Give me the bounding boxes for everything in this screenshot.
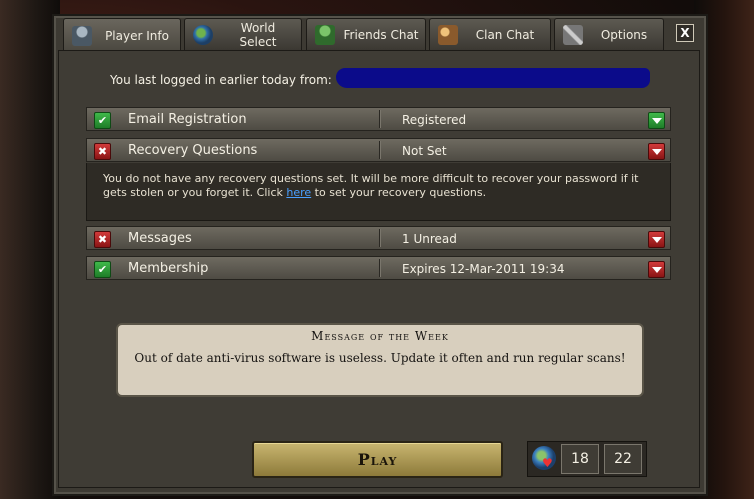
tab-options[interactable]: Options bbox=[554, 18, 664, 50]
column-divider bbox=[379, 141, 380, 159]
row-email-registration[interactable]: ✔ Email Registration Registered bbox=[86, 107, 671, 131]
background-left bbox=[0, 0, 60, 499]
row-messages[interactable]: ✖ Messages 1 Unread bbox=[86, 226, 671, 250]
chevron-down-icon[interactable] bbox=[648, 112, 665, 129]
row-value: Expires 12-Mar-2011 19:34 bbox=[402, 262, 565, 276]
heart-icon: ♥ bbox=[542, 456, 553, 470]
row-value: Not Set bbox=[402, 144, 447, 158]
redacted-ip-scribble bbox=[336, 68, 650, 88]
clan-icon bbox=[438, 24, 458, 45]
tab-clan-chat[interactable]: Clan Chat bbox=[429, 18, 551, 50]
column-divider bbox=[379, 259, 380, 277]
tab-label: Player Info bbox=[105, 28, 169, 43]
check-icon: ✔ bbox=[94, 261, 111, 278]
tab-label: Friends Chat bbox=[343, 27, 419, 42]
row-label: Recovery Questions bbox=[128, 143, 258, 158]
row-value: 1 Unread bbox=[402, 232, 457, 246]
tab-label: Clan Chat bbox=[475, 27, 535, 42]
counter-value-2: 22 bbox=[604, 444, 642, 474]
chevron-down-icon[interactable] bbox=[648, 261, 665, 278]
recovery-info-box: You do not have any recovery questions s… bbox=[86, 163, 671, 221]
globe-icon bbox=[193, 24, 213, 45]
tab-world-select[interactable]: World Select bbox=[184, 18, 302, 50]
recovery-info-text-end: to set your recovery questions. bbox=[311, 186, 487, 199]
column-divider bbox=[379, 229, 380, 247]
friends-icon bbox=[315, 24, 335, 45]
tab-label: Options bbox=[600, 27, 648, 42]
last-login-text: You last logged in earlier today from: bbox=[110, 73, 332, 87]
counter-value-1: 18 bbox=[561, 444, 599, 474]
tools-icon bbox=[563, 24, 583, 45]
row-value: Registered bbox=[402, 113, 467, 127]
recovery-link[interactable]: here bbox=[286, 186, 311, 199]
close-button[interactable]: X bbox=[676, 24, 694, 42]
player-icon bbox=[72, 25, 92, 46]
tab-friends-chat[interactable]: Friends Chat bbox=[306, 18, 426, 50]
row-label: Messages bbox=[128, 231, 192, 246]
cross-icon: ✖ bbox=[94, 231, 111, 248]
play-button[interactable]: Play bbox=[252, 441, 503, 478]
row-recovery-questions[interactable]: ✖ Recovery Questions Not Set bbox=[86, 138, 671, 162]
chevron-down-icon[interactable] bbox=[648, 231, 665, 248]
row-label: Membership bbox=[128, 261, 209, 276]
tab-bar: Player Info World Select Friends Chat Cl… bbox=[60, 18, 700, 52]
message-of-the-week: Message of the Week Out of date anti-vir… bbox=[116, 323, 644, 397]
row-membership[interactable]: ✔ Membership Expires 12-Mar-2011 19:34 bbox=[86, 256, 671, 280]
column-divider bbox=[379, 110, 380, 128]
row-label: Email Registration bbox=[128, 112, 247, 127]
motw-title: Message of the Week bbox=[311, 329, 449, 343]
motw-body: Out of date anti-virus software is usele… bbox=[134, 351, 626, 365]
cross-icon: ✖ bbox=[94, 143, 111, 160]
chevron-down-icon[interactable] bbox=[648, 143, 665, 160]
tab-player-info[interactable]: Player Info bbox=[63, 18, 181, 52]
check-icon: ✔ bbox=[94, 112, 111, 129]
tab-label: World Select bbox=[239, 20, 277, 49]
